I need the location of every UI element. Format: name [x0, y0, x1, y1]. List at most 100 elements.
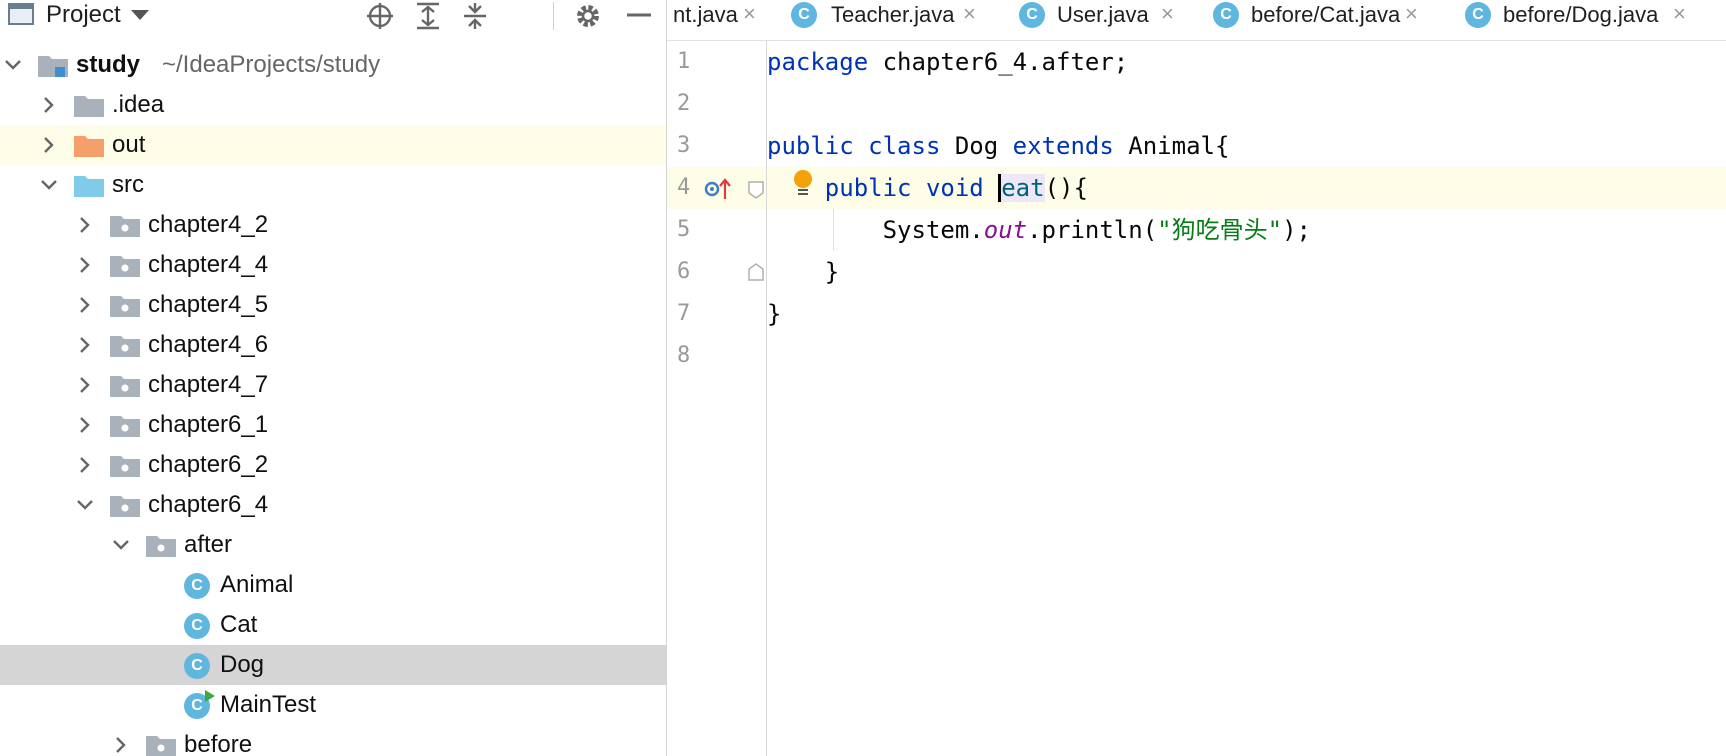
tree-label: after [184, 531, 233, 558]
tree-row-dog[interactable]: C Dog [0, 645, 666, 685]
close-icon[interactable]: × [1405, 1, 1418, 27]
overrides-method-icon[interactable] [703, 177, 733, 201]
code-editor[interactable]: package chapter6_4.after; public class D… [767, 41, 1726, 756]
class-icon: C [1465, 2, 1491, 28]
code-line-4: public void eat(){ [767, 167, 1726, 209]
tree-row-idea[interactable]: .idea [0, 85, 666, 125]
tree-row-chapter6-1[interactable]: chapter6_1 [0, 405, 666, 445]
line-number: 1 [677, 49, 691, 74]
package-icon [110, 256, 140, 277]
tree-label: chapter4_6 [148, 331, 269, 358]
fold-icon[interactable] [748, 181, 764, 199]
code-line-7: } [767, 293, 1726, 335]
code-field: out [983, 216, 1028, 244]
chevron-right-icon[interactable] [40, 136, 58, 154]
tree-label: study [76, 51, 141, 78]
package-icon [110, 336, 140, 357]
tab-teacher-java[interactable]: C Teacher.java × [791, 0, 991, 40]
tab-user-java[interactable]: C User.java × [1019, 0, 1189, 40]
code-keyword: extends [1012, 132, 1114, 160]
class-icon: C [1019, 2, 1045, 28]
fold-icon[interactable] [748, 263, 764, 281]
close-icon[interactable]: × [1161, 1, 1174, 27]
project-panel-title[interactable]: Project [46, 1, 121, 29]
package-icon [146, 536, 176, 557]
tree-row-animal[interactable]: C Animal [0, 565, 666, 605]
chevron-down-icon[interactable] [40, 176, 58, 194]
line-number: 5 [677, 217, 691, 242]
code-text: .println( [1027, 216, 1158, 244]
tree-row-before[interactable]: before [0, 725, 666, 756]
chevron-right-icon[interactable] [76, 416, 94, 434]
chevron-right-icon[interactable] [76, 256, 94, 274]
package-icon [110, 216, 140, 237]
tree-row-after[interactable]: after [0, 525, 666, 565]
tree-row-study[interactable]: study ~/IdeaProjects/study [0, 45, 666, 85]
chevron-down-icon[interactable] [130, 9, 150, 21]
locate-icon[interactable] [366, 2, 394, 30]
code-line-5: System.out.println("狗吃骨头"); [767, 209, 1726, 251]
collapse-all-icon[interactable] [461, 2, 489, 30]
code-keyword: package [767, 48, 869, 76]
chevron-right-icon[interactable] [76, 296, 94, 314]
run-marker-icon [205, 690, 215, 702]
tree-row-chapter4-7[interactable]: chapter4_7 [0, 365, 666, 405]
package-icon [110, 416, 140, 437]
module-folder-icon [38, 56, 68, 77]
code-text: } [767, 258, 840, 286]
code-text: ); [1282, 216, 1311, 244]
code-line-6: } [767, 251, 1726, 293]
folder-icon [74, 96, 104, 117]
code-string: "狗吃骨头" [1157, 216, 1283, 244]
chevron-down-icon[interactable] [4, 56, 22, 74]
code-method-name: eat [998, 174, 1045, 202]
chevron-right-icon[interactable] [76, 336, 94, 354]
tab-before-dog-java[interactable]: C before/Dog.java × [1465, 0, 1695, 40]
minimize-icon[interactable] [626, 2, 652, 30]
tree-row-chapter4-2[interactable]: chapter4_2 [0, 205, 666, 245]
close-icon[interactable]: × [1673, 1, 1686, 27]
tree-row-chapter6-4[interactable]: chapter6_4 [0, 485, 666, 525]
expand-all-icon[interactable] [414, 2, 442, 30]
tree-row-chapter4-5[interactable]: chapter4_5 [0, 285, 666, 325]
tab-label: Teacher.java [831, 2, 955, 27]
tree-row-chapter4-6[interactable]: chapter4_6 [0, 325, 666, 365]
tree-label: chapter4_2 [148, 211, 269, 238]
chevron-down-icon[interactable] [76, 496, 94, 514]
tab-nt-java[interactable]: nt.java × [667, 0, 767, 40]
tree-row-chapter6-2[interactable]: chapter6_2 [0, 445, 666, 485]
chevron-right-icon[interactable] [40, 96, 58, 114]
tree-label: src [112, 171, 144, 198]
tab-label: before/Cat.java [1251, 2, 1401, 27]
class-icon: C [184, 613, 210, 639]
close-icon[interactable]: × [963, 1, 976, 27]
chevron-right-icon[interactable] [76, 456, 94, 474]
tab-before-cat-java[interactable]: C before/Cat.java × [1213, 0, 1433, 40]
tree-row-src[interactable]: src [0, 165, 666, 205]
editor-area: nt.java × C Teacher.java × C User.java ×… [667, 0, 1726, 756]
package-icon [110, 376, 140, 397]
tree-label: chapter6_2 [148, 451, 269, 478]
tree-row-chapter4-4[interactable]: chapter4_4 [0, 245, 666, 285]
gear-icon[interactable] [574, 2, 602, 30]
chevron-right-icon[interactable] [76, 216, 94, 234]
chevron-right-icon[interactable] [112, 736, 130, 754]
tree-row-maintest[interactable]: C MainTest [0, 685, 666, 725]
toolbar-separator [553, 2, 554, 30]
package-icon [110, 496, 140, 517]
line-number: 7 [677, 301, 691, 326]
chevron-right-icon[interactable] [76, 376, 94, 394]
tree-row-cat[interactable]: C Cat [0, 605, 666, 645]
tree-label: chapter4_7 [148, 371, 269, 398]
code-line-1: package chapter6_4.after; [767, 41, 1726, 83]
editor-gutter[interactable]: 1 2 3 4 5 6 7 8 [667, 41, 767, 756]
close-icon[interactable]: × [743, 1, 756, 27]
source-folder-icon [74, 176, 104, 197]
code-class-name: Dog [954, 132, 999, 160]
code-keyword: public [824, 174, 912, 202]
chevron-down-icon[interactable] [112, 536, 130, 554]
code-keyword: public [767, 132, 854, 160]
tree-row-out[interactable]: out [0, 125, 666, 165]
tree-label: chapter4_4 [148, 251, 269, 278]
project-toolbar: Project [0, 0, 666, 30]
